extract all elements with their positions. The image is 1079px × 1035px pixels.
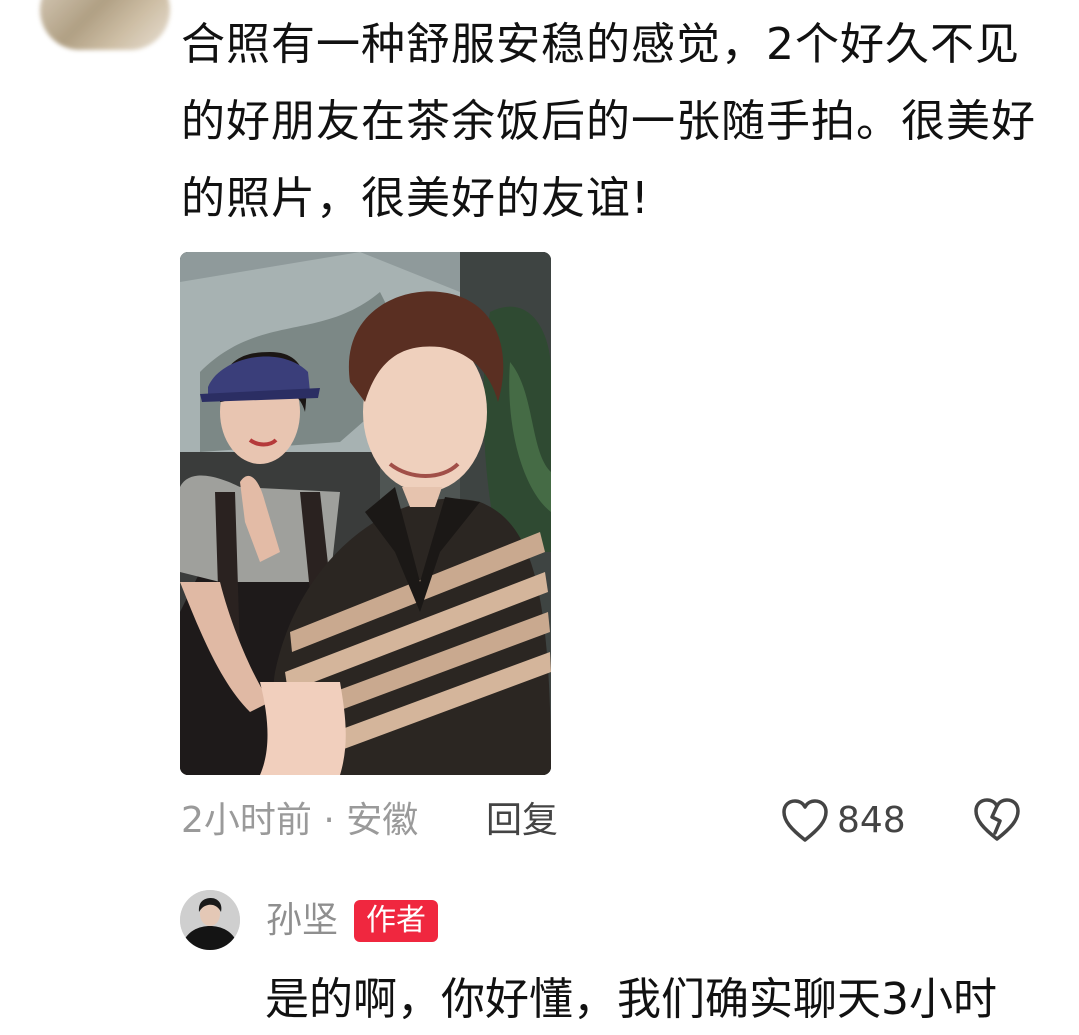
heart-outline-icon — [782, 799, 828, 842]
reply-author-avatar[interactable] — [180, 890, 240, 950]
reply-author-name[interactable]: 孙坚 — [266, 896, 338, 946]
photo-illustration — [180, 252, 551, 775]
commenter-avatar[interactable] — [40, 0, 170, 50]
comment-time-location: 2小时前 · 安徽 — [181, 800, 419, 841]
like-button[interactable]: 848 — [781, 795, 906, 847]
reply-button[interactable]: 回复 — [486, 795, 558, 847]
comment-photo[interactable] — [180, 252, 551, 775]
broken-heart-icon — [974, 798, 1020, 841]
author-badge: 作者 — [354, 900, 438, 942]
dislike-button[interactable] — [973, 797, 1021, 847]
comment-text: 合照有一种舒服安稳的感觉，2个好久不见的好朋友在茶余饭后的一张随手拍。很美好的照… — [181, 19, 1036, 224]
comment-meta-row: 2小时前 · 安徽 回复 848 — [181, 795, 1041, 847]
avatar-image — [180, 890, 240, 950]
like-count: 848 — [837, 800, 906, 841]
reply-text: 是的啊，你好懂，我们确实聊天3小时 — [265, 974, 997, 1025]
